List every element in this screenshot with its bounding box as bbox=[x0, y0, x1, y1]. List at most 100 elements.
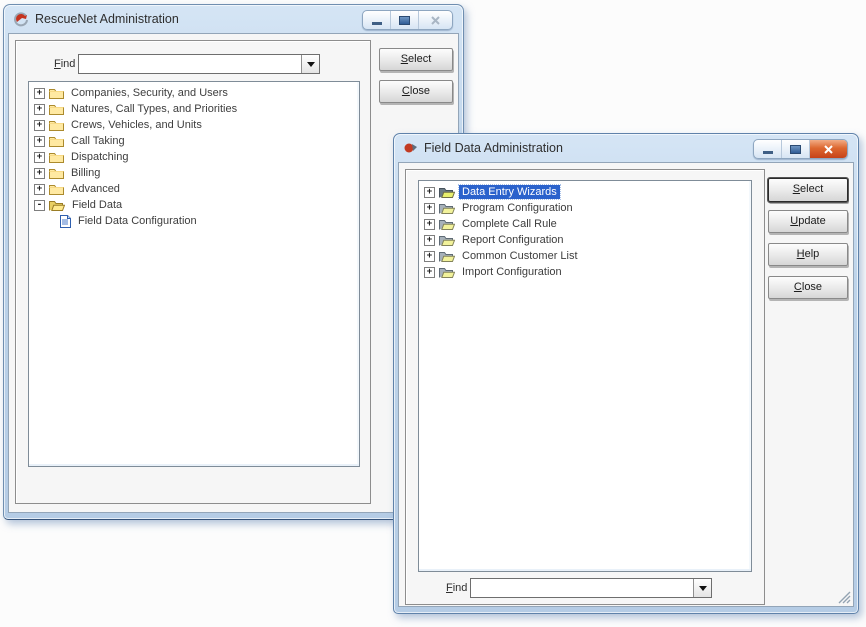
folder-open-icon bbox=[439, 218, 455, 230]
expand-toggle[interactable]: + bbox=[34, 88, 45, 99]
tree-item-label: Field Data bbox=[69, 198, 125, 212]
tree-item[interactable]: + Advanced bbox=[29, 181, 359, 197]
close-icon bbox=[431, 16, 440, 25]
select-button[interactable]: Select bbox=[379, 48, 453, 71]
folder-open-icon bbox=[49, 199, 65, 211]
tree-item[interactable]: + Common Customer List bbox=[419, 248, 751, 264]
close-icon bbox=[824, 145, 833, 154]
folder-closed-icon bbox=[49, 103, 64, 115]
folder-closed-icon bbox=[49, 135, 64, 147]
content-panel: Find + Companies, Security, and Users + … bbox=[15, 40, 371, 504]
maximize-icon bbox=[790, 145, 801, 154]
tree-item[interactable]: + Natures, Call Types, and Priorities bbox=[29, 101, 359, 117]
window-title: RescueNet Administration bbox=[35, 12, 179, 26]
minimize-icon bbox=[372, 22, 382, 25]
close-button[interactable]: Close bbox=[379, 80, 453, 103]
close-button[interactable]: Close bbox=[768, 276, 848, 299]
folder-closed-icon bbox=[49, 151, 64, 163]
find-combobox[interactable] bbox=[470, 578, 712, 598]
content-panel: + Data Entry Wizards + Program Configura… bbox=[405, 169, 765, 605]
expand-toggle[interactable]: + bbox=[34, 184, 45, 195]
close-button[interactable] bbox=[809, 140, 847, 158]
maximize-icon bbox=[399, 16, 410, 25]
tree-item[interactable]: + Program Configuration bbox=[419, 200, 751, 216]
minimize-button[interactable] bbox=[754, 140, 781, 158]
expand-toggle[interactable]: + bbox=[34, 104, 45, 115]
chevron-down-icon bbox=[699, 586, 707, 595]
expand-toggle[interactable]: + bbox=[34, 120, 45, 131]
tree-item[interactable]: + Dispatching bbox=[29, 149, 359, 165]
caption-buttons bbox=[753, 139, 848, 159]
admin-tree[interactable]: + Companies, Security, and Users + Natur… bbox=[28, 81, 360, 467]
client-area: + Data Entry Wizards + Program Configura… bbox=[398, 162, 854, 607]
dropdown-button[interactable] bbox=[693, 579, 711, 597]
expand-toggle[interactable]: + bbox=[424, 219, 435, 230]
maximize-button[interactable] bbox=[390, 11, 418, 29]
folder-closed-icon bbox=[49, 167, 64, 179]
find-label: Find bbox=[446, 582, 467, 594]
minimize-icon bbox=[763, 151, 773, 154]
tree-item[interactable]: + Crews, Vehicles, and Units bbox=[29, 117, 359, 133]
expand-toggle[interactable]: + bbox=[424, 187, 435, 198]
field-data-admin-window: Field Data Administration + Data Entry W… bbox=[393, 133, 859, 614]
folder-closed-icon bbox=[49, 87, 64, 99]
expand-toggle[interactable]: + bbox=[424, 203, 435, 214]
folder-open-icon bbox=[439, 234, 455, 246]
find-combobox[interactable] bbox=[78, 54, 320, 74]
folder-closed-icon bbox=[49, 183, 64, 195]
tree-item[interactable]: + Report Configuration bbox=[419, 232, 751, 248]
expand-toggle[interactable]: + bbox=[34, 152, 45, 163]
update-button[interactable]: Update bbox=[768, 210, 848, 233]
document-icon bbox=[60, 215, 71, 228]
expand-toggle[interactable]: + bbox=[424, 251, 435, 262]
caption-buttons bbox=[362, 10, 453, 30]
tree-item[interactable]: Field Data Configuration bbox=[29, 213, 359, 229]
field-data-tree[interactable]: + Data Entry Wizards + Program Configura… bbox=[418, 180, 752, 572]
expand-toggle[interactable]: + bbox=[424, 235, 435, 246]
tree-item-label: Advanced bbox=[68, 182, 123, 196]
folder-closed-icon bbox=[49, 119, 64, 131]
folder-open-icon bbox=[439, 250, 455, 262]
tree-item[interactable]: + Data Entry Wizards bbox=[419, 184, 751, 200]
tree-item[interactable]: + Call Taking bbox=[29, 133, 359, 149]
tree-item-label: Crews, Vehicles, and Units bbox=[68, 118, 205, 132]
tree-item-label: Common Customer List bbox=[459, 249, 581, 263]
tree-item-label: Report Configuration bbox=[459, 233, 567, 247]
dropdown-button[interactable] bbox=[301, 55, 319, 73]
tree-item-label: Program Configuration bbox=[459, 201, 576, 215]
tree-item-label: Field Data Configuration bbox=[75, 214, 200, 228]
expand-toggle[interactable]: + bbox=[34, 136, 45, 147]
help-button[interactable]: Help bbox=[768, 243, 848, 266]
app-icon bbox=[13, 11, 29, 27]
tree-item-label: Companies, Security, and Users bbox=[68, 86, 231, 100]
tree-item-label: Natures, Call Types, and Priorities bbox=[68, 102, 240, 116]
tree-item-label: Complete Call Rule bbox=[459, 217, 560, 231]
find-input[interactable] bbox=[471, 579, 693, 597]
wizard-folder-icon bbox=[439, 186, 455, 198]
tree-item-label-selected: Data Entry Wizards bbox=[459, 185, 560, 199]
folder-open-icon bbox=[439, 202, 455, 214]
folder-open-icon bbox=[439, 266, 455, 278]
find-label: Find bbox=[54, 58, 75, 70]
tree-item[interactable]: + Import Configuration bbox=[419, 264, 751, 280]
tree-item[interactable]: + Complete Call Rule bbox=[419, 216, 751, 232]
expand-toggle[interactable]: + bbox=[424, 267, 435, 278]
tree-item[interactable]: + Billing bbox=[29, 165, 359, 181]
select-button[interactable]: Select bbox=[768, 178, 848, 202]
expand-toggle[interactable]: + bbox=[34, 168, 45, 179]
find-input[interactable] bbox=[79, 55, 301, 73]
tree-item-label: Billing bbox=[68, 166, 103, 180]
window-title: Field Data Administration bbox=[424, 141, 563, 155]
minimize-button[interactable] bbox=[363, 11, 390, 29]
chevron-down-icon bbox=[307, 62, 315, 71]
resize-grip[interactable] bbox=[838, 591, 851, 604]
maximize-button[interactable] bbox=[781, 140, 809, 158]
tree-item[interactable]: + Companies, Security, and Users bbox=[29, 85, 359, 101]
tree-item-label: Dispatching bbox=[68, 150, 131, 164]
collapse-toggle[interactable]: - bbox=[34, 200, 45, 211]
app-icon bbox=[403, 141, 418, 155]
tree-item[interactable]: - Field Data bbox=[29, 197, 359, 213]
close-button[interactable] bbox=[418, 11, 452, 29]
tree-item-label: Import Configuration bbox=[459, 265, 565, 279]
client-area: Find + Companies, Security, and Users + … bbox=[8, 33, 459, 513]
